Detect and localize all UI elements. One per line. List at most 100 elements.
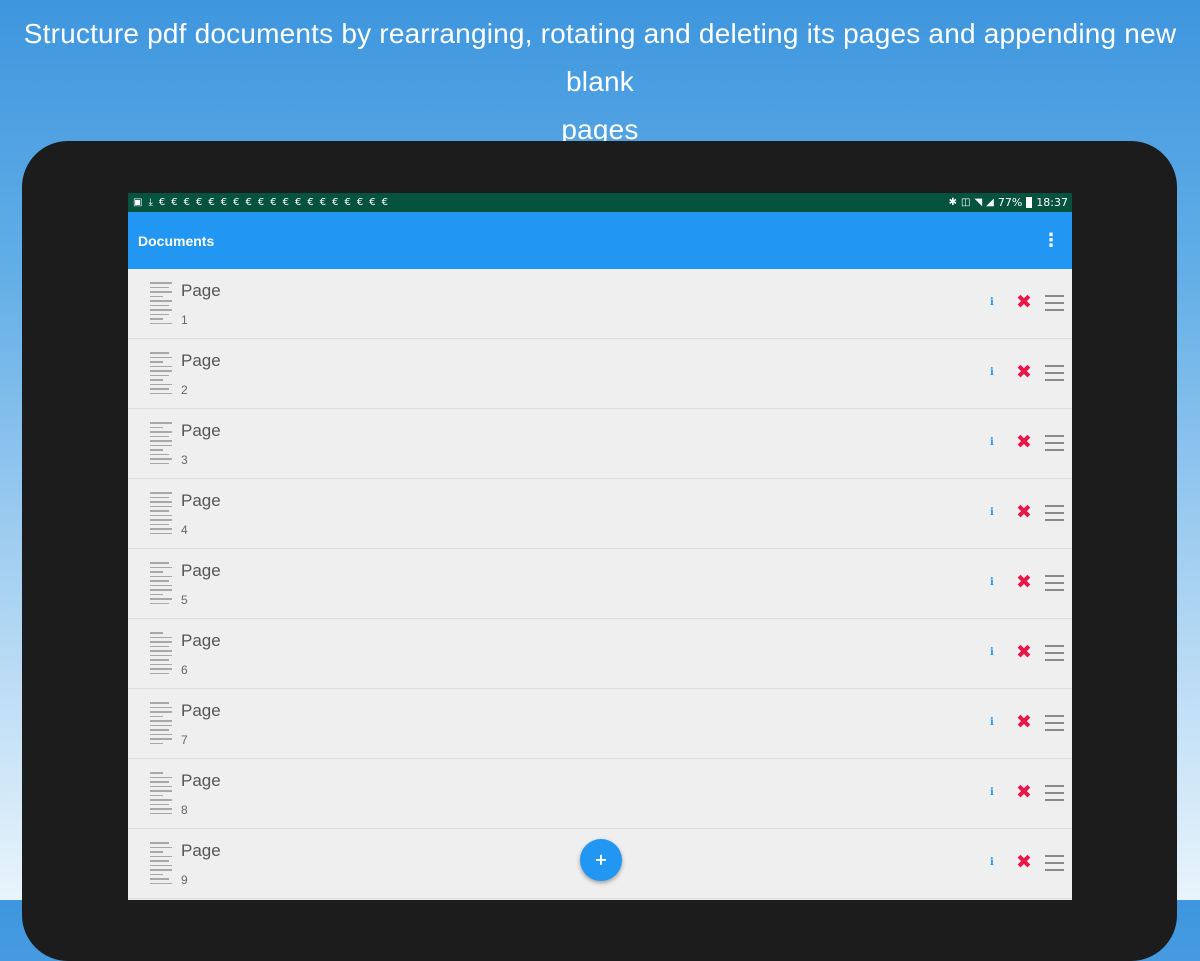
notification-icon: € [381, 196, 388, 208]
notification-icon: € [257, 196, 265, 208]
info-icon[interactable]: i [990, 297, 994, 308]
drag-handle-icon[interactable] [1045, 645, 1064, 666]
close-icon[interactable]: ✖ [1016, 431, 1032, 453]
close-icon[interactable]: ✖ [1016, 361, 1032, 383]
page-label: Page [181, 841, 221, 860]
app-screen: ▣ ⤓ € € € € € € € € € € € € € € € € € € € ✱ ◫ ◥ ◢ 77% 18:3… [128, 193, 1072, 900]
page-row[interactable]: Page 2 i ✖ [128, 339, 1072, 409]
app-title: Documents [138, 232, 215, 249]
page-row[interactable]: Page 8 i ✖ [128, 759, 1072, 829]
info-icon[interactable]: i [990, 507, 994, 518]
page-number: 8 [181, 803, 188, 817]
page-thumbnail [150, 842, 172, 886]
info-icon[interactable]: i [990, 787, 994, 798]
notification-icon: € [282, 196, 289, 208]
info-icon[interactable]: i [990, 367, 994, 378]
notification-icon: € [196, 196, 203, 208]
close-icon[interactable]: ✖ [1016, 291, 1032, 313]
info-icon[interactable]: i [990, 437, 994, 448]
notification-icon: € [208, 196, 215, 208]
drag-handle-icon[interactable] [1045, 855, 1064, 876]
page-thumbnail [150, 632, 172, 676]
page-thumbnail [150, 422, 172, 466]
drag-handle-icon[interactable] [1045, 365, 1064, 386]
notification-icon: € [183, 196, 190, 208]
page-list: Page 1 i ✖ Page 2 i ✖ Page 3 i ✖ Page 4 i ✖ Page 5 i ✖ Page 6… [128, 269, 1072, 899]
plus-icon: + [594, 850, 608, 869]
notification-icon: € [220, 196, 228, 208]
info-icon[interactable]: i [990, 717, 994, 728]
bluetooth-icon: ✱ [948, 196, 957, 208]
page-label: Page [181, 281, 221, 300]
close-icon[interactable]: ✖ [1016, 641, 1032, 663]
page-number: 2 [181, 383, 188, 397]
add-page-button[interactable]: + [580, 839, 622, 881]
notification-icon: € [245, 196, 252, 208]
page-number: 5 [181, 593, 188, 607]
notification-icon: € [270, 196, 277, 208]
download-icon: ⤓ [148, 196, 153, 208]
promo-line-1: Structure pdf documents by rearranging, … [23, 18, 1177, 97]
screenshot-icon: ▣ [133, 196, 143, 208]
page-thumbnail [150, 282, 172, 326]
close-icon[interactable]: ✖ [1016, 571, 1032, 593]
page-label: Page [181, 351, 221, 370]
page-number: 4 [181, 523, 188, 537]
notification-icon: € [319, 196, 327, 208]
page-number: 6 [181, 663, 188, 677]
info-icon[interactable]: i [990, 647, 994, 658]
page-thumbnail [150, 352, 172, 396]
status-time: 18:37 [1036, 196, 1068, 209]
page-number: 9 [181, 873, 188, 887]
page-row[interactable]: Page 1 i ✖ [128, 269, 1072, 339]
page-number: 1 [181, 313, 188, 327]
page-thumbnail [150, 772, 172, 816]
status-bar: ▣ ⤓ € € € € € € € € € € € € € € € € € € € ✱ ◫ ◥ ◢ 77% 18:3… [128, 193, 1072, 212]
notification-icons: ▣ ⤓ € € € € € € € € € € € € € € € € € € € [133, 196, 388, 208]
info-icon[interactable]: i [990, 857, 994, 868]
page-row[interactable]: Page 5 i ✖ [128, 549, 1072, 619]
page-row[interactable]: Page 3 i ✖ [128, 409, 1072, 479]
page-label: Page [181, 421, 221, 440]
page-thumbnail [150, 562, 172, 606]
page-label: Page [181, 561, 221, 580]
nfc-icon: ◫ [960, 196, 971, 208]
notification-icon: € [307, 196, 314, 208]
drag-handle-icon[interactable] [1045, 295, 1064, 316]
notification-icon: € [356, 196, 364, 208]
page-label: Page [181, 701, 221, 720]
close-icon[interactable]: ✖ [1016, 711, 1032, 733]
notification-icon: € [295, 196, 302, 208]
page-label: Page [181, 491, 221, 510]
close-icon[interactable]: ✖ [1016, 851, 1032, 873]
app-bar: Documents ⋮ [128, 212, 1072, 269]
promo-headline: Structure pdf documents by rearranging, … [0, 10, 1200, 154]
drag-handle-icon[interactable] [1045, 785, 1064, 806]
notification-icon: € [344, 196, 351, 208]
notification-icon: € [332, 196, 339, 208]
wifi-icon: ◥ [974, 196, 983, 208]
drag-handle-icon[interactable] [1045, 505, 1064, 526]
page-row[interactable]: Page 7 i ✖ [128, 689, 1072, 759]
drag-handle-icon[interactable] [1045, 435, 1064, 456]
close-icon[interactable]: ✖ [1016, 501, 1032, 523]
drag-handle-icon[interactable] [1045, 575, 1064, 596]
battery-percent: 77% [997, 196, 1023, 209]
notification-icon: € [171, 196, 178, 208]
page-row[interactable]: Page 6 i ✖ [128, 619, 1072, 689]
system-icons: ✱ ◫ ◥ ◢ 77% 18:37 [949, 196, 1068, 209]
info-icon[interactable]: i [990, 577, 994, 588]
battery-icon [1026, 197, 1033, 208]
page-number: 7 [181, 733, 188, 747]
more-vert-icon[interactable]: ⋮ [1042, 231, 1060, 250]
drag-handle-icon[interactable] [1045, 715, 1064, 736]
notification-icon: € [369, 196, 376, 208]
page-row[interactable]: Page 4 i ✖ [128, 479, 1072, 549]
page-label: Page [181, 771, 221, 790]
close-icon[interactable]: ✖ [1016, 781, 1032, 803]
page-label: Page [181, 631, 221, 650]
page-number: 3 [181, 453, 188, 467]
page-thumbnail [150, 492, 172, 536]
signal-icon: ◢ [986, 196, 994, 208]
notification-icon: € [233, 196, 240, 208]
